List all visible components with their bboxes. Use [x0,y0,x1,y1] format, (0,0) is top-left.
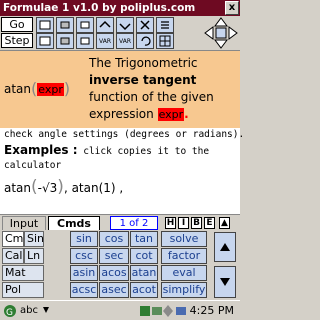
key-factor[interactable]: factor [161,248,207,264]
copy-icon[interactable] [56,33,74,49]
key-asec[interactable]: asec [99,282,129,298]
input-arrow-icon[interactable] [42,306,50,314]
variable-icon[interactable] [96,17,114,33]
description-panel: atan ( expr ) The Trigonometric inverse … [0,50,240,128]
nav-info-button[interactable]: I [178,217,189,229]
category-cmd[interactable]: Cmd [2,231,30,247]
var-label: VAR [99,37,111,45]
example-1[interactable]: atan(-√3) [4,179,64,196]
keypad: Cmd Sin Cal Ln Mat Pol sin cos tan solve… [0,230,240,300]
examples-formulas: atan(-√3) , atan(1) , [4,179,123,196]
svg-text:G: G [6,308,13,318]
key-simplify[interactable]: simplify [161,282,207,298]
clock: 4:25 PM [189,304,234,317]
key-sec[interactable]: sec [99,248,129,264]
key-csc[interactable]: csc [70,248,98,264]
angle-note: check angle settings (degrees or radians… [4,129,245,140]
next-icon[interactable] [76,17,94,33]
example-1-func: atan [4,181,32,195]
window-title: Formulae 1 v1.0 by poliplus.com [3,2,196,14]
paste-icon[interactable] [76,33,94,49]
desc-period: . [184,107,189,121]
desc-line-4: expression [89,107,154,121]
function-arg: expr [37,82,64,96]
page-indicator[interactable]: 1 of 2 [110,216,158,230]
examples-heading: Examples : [4,143,78,157]
category-mat[interactable]: Mat [2,265,44,281]
prev-icon[interactable] [56,17,74,33]
desc-line-1: The Trigonometric [89,56,198,70]
function-syntax[interactable]: atan ( expr ) [4,81,70,97]
input-method[interactable]: abc [20,305,38,316]
desc-line-2: inverse tangent [89,73,197,87]
first-page-icon[interactable] [36,17,54,33]
page-indicator-label: 1 of 2 [119,218,149,229]
category-ln[interactable]: Ln [24,248,44,264]
title-bar: Formulae 1 v1.0 by poliplus.com x [0,0,240,16]
scroll-down-icon[interactable] [214,266,236,298]
desc-line-3: function of the given [89,90,214,104]
close-button[interactable]: x [225,1,239,15]
function-name: atan [4,82,32,96]
tab-input[interactable]: Input [2,216,46,231]
examples-line: Examples : click copies it to the calcul… [4,143,238,173]
category-cal[interactable]: Cal [2,248,24,264]
key-solve[interactable]: solve [161,231,207,247]
var-button[interactable]: VAR [96,33,114,49]
go-button[interactable]: Go [1,17,33,32]
store-icon[interactable] [116,17,134,33]
content-area: check angle settings (degrees or radians… [0,128,244,214]
var-store-button[interactable]: VAR [116,33,134,49]
key-atan[interactable]: atan [130,265,158,281]
key-acot[interactable]: acot [130,282,158,298]
example-1-open: ( [31,177,38,197]
undo-icon[interactable] [136,33,154,49]
taskbar: G abc 4:25 PM [0,300,240,320]
close-paren: ) [63,79,71,98]
tab-cmds[interactable]: Cmds [48,216,100,231]
key-acos[interactable]: acos [99,265,129,281]
list-icon[interactable] [36,33,54,49]
key-acsc[interactable]: acsc [70,282,98,298]
toolbar: Go Step VAR VAR [0,16,240,50]
nav-end-button[interactable]: E [204,217,215,229]
key-sin[interactable]: sin [70,231,98,247]
description-text: The Trigonometric inverse tangent functi… [89,55,239,123]
desc-expr: expr [157,108,185,121]
menu-icon[interactable] [156,17,174,33]
category-sin[interactable]: Sin [24,231,44,247]
tab-bar: Input Cmds 1 of 2 H I B E ▲ [0,214,240,231]
grid-icon[interactable] [156,33,174,49]
nav-home-button[interactable]: H [165,217,176,229]
direction-pad[interactable] [204,17,238,49]
var-store-label: VAR [119,37,131,45]
clear-icon[interactable] [136,17,154,33]
key-tan[interactable]: tan [130,231,158,247]
nav-up-icon[interactable]: ▲ [219,217,230,229]
example-1-arg: -√3 [37,181,58,195]
tray-icons[interactable] [140,304,190,318]
step-button[interactable]: Step [1,33,33,48]
nav-back-button[interactable]: B [191,217,202,229]
category-pol[interactable]: Pol [2,282,44,298]
key-asin[interactable]: asin [70,265,98,281]
key-cos[interactable]: cos [99,231,129,247]
key-cot[interactable]: cot [130,248,158,264]
key-eval[interactable]: eval [161,265,207,281]
start-icon[interactable]: G [3,304,17,318]
example-2[interactable]: , atan(1) , [64,181,123,195]
example-1-close: ) [57,177,64,197]
scroll-up-icon[interactable] [214,232,236,262]
